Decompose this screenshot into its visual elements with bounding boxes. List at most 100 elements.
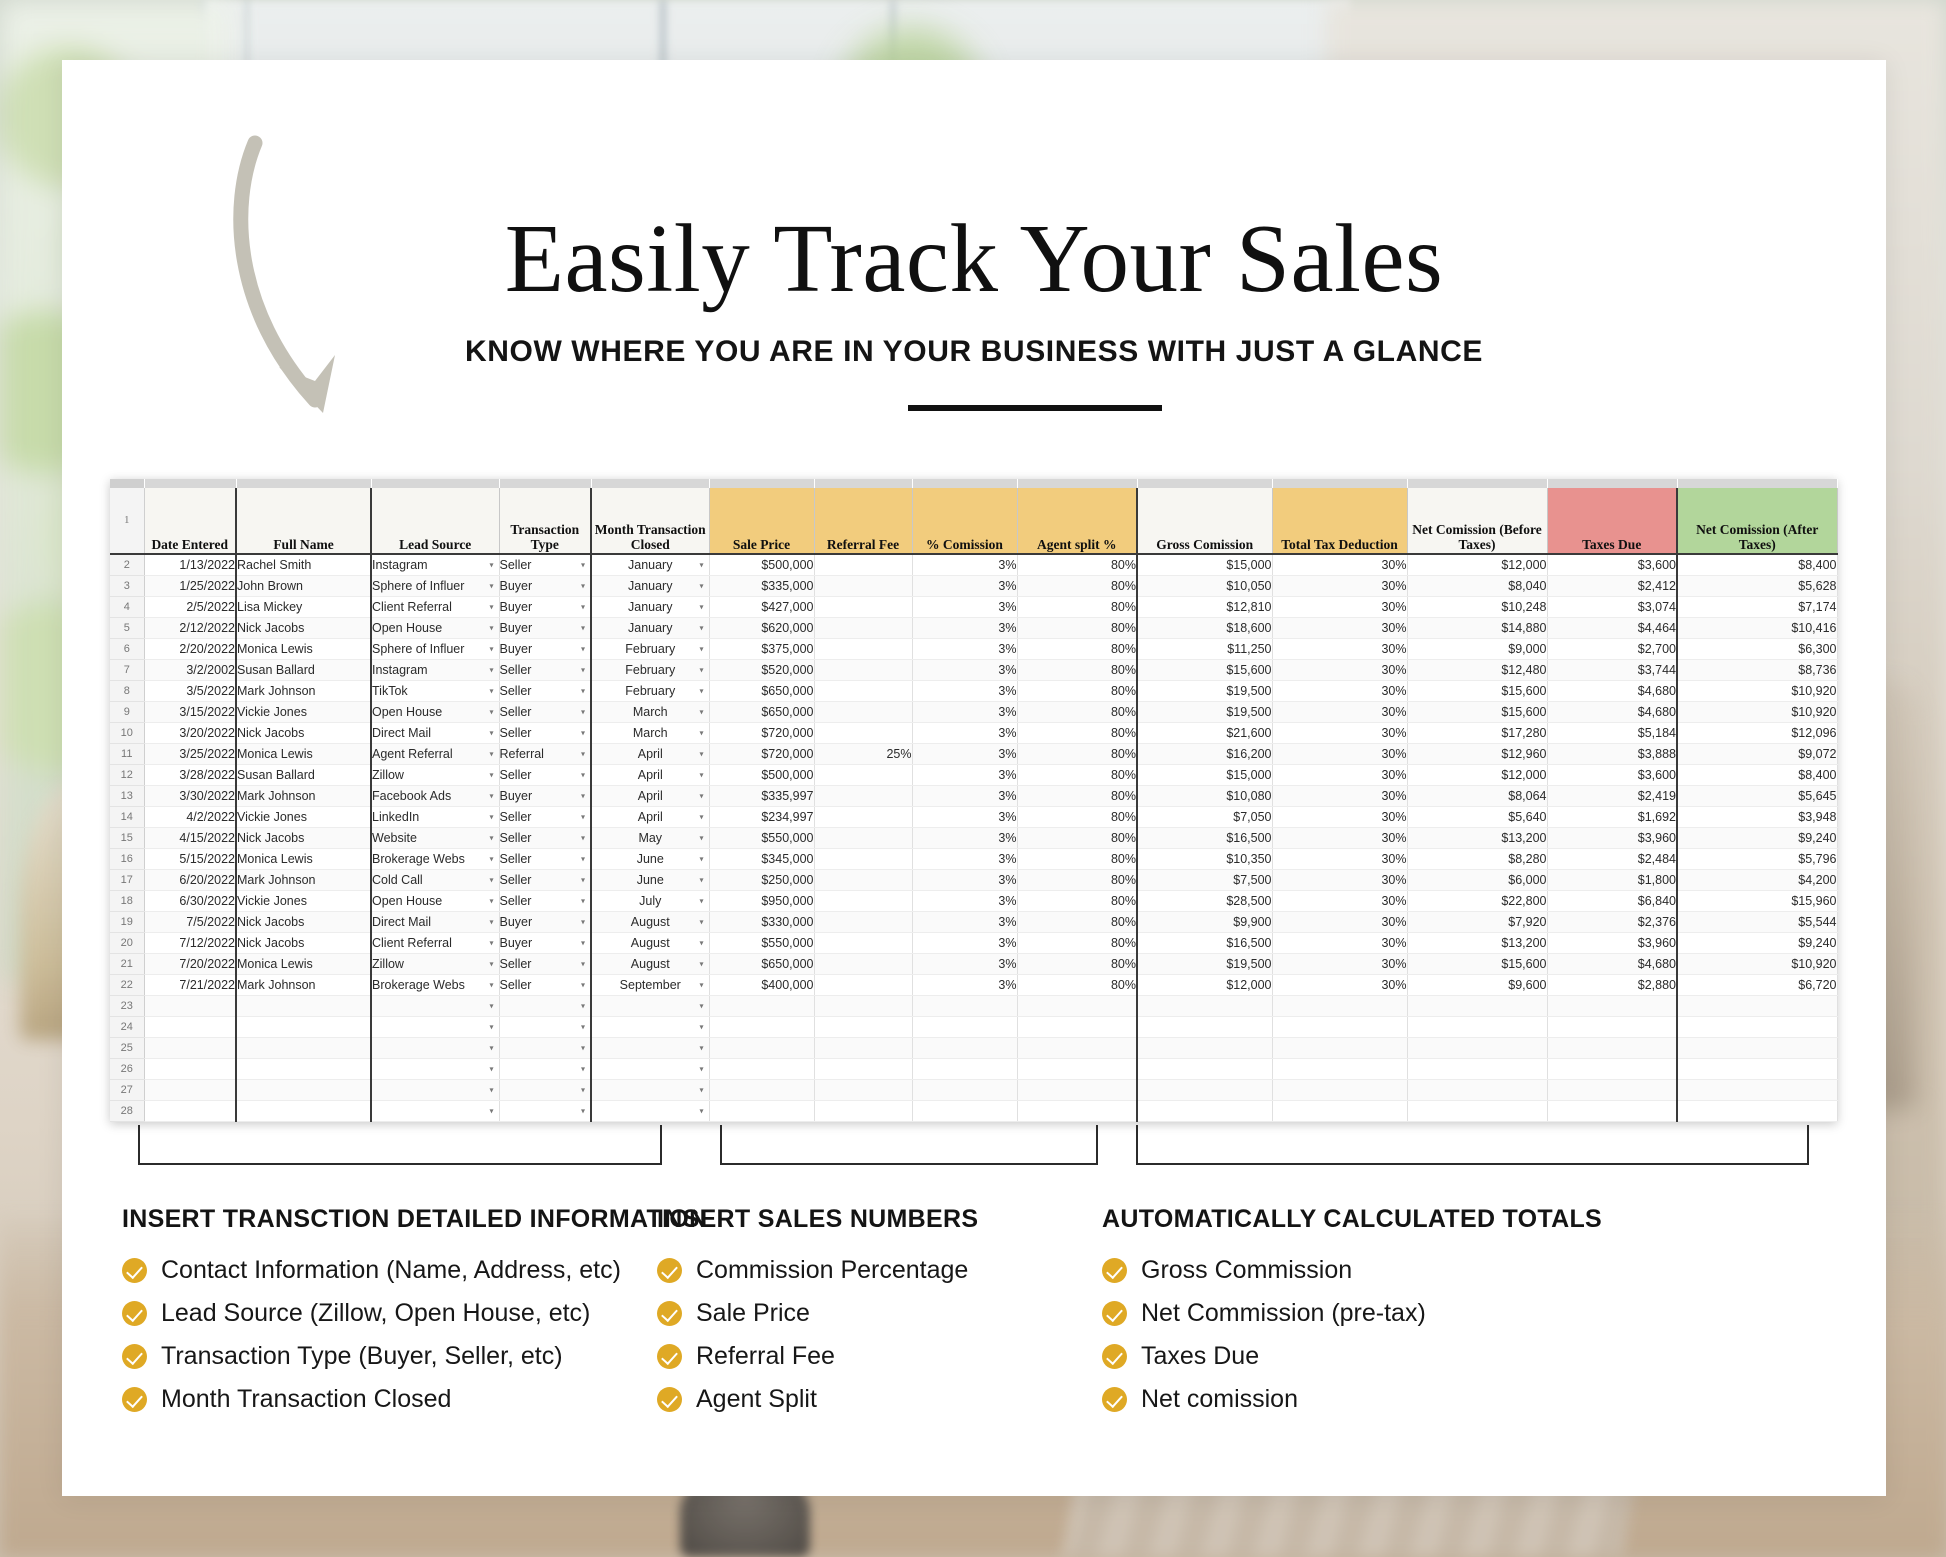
cell-date-entered[interactable] (144, 1058, 237, 1080)
dropdown-caret-icon[interactable]: ▾ (699, 602, 703, 611)
cell-month-closed[interactable]: September ▾ (590, 974, 710, 996)
cell-date-entered[interactable]: 7/12/2022 (144, 932, 237, 954)
cell-net-after-taxes[interactable]: $6,720 (1676, 974, 1838, 996)
cell-referral-fee[interactable] (814, 1100, 913, 1122)
dropdown-caret-icon[interactable]: ▾ (699, 728, 703, 737)
cell-net-before-taxes[interactable]: $14,880 (1407, 617, 1548, 639)
row-number[interactable]: 22 (110, 974, 145, 996)
cell-sale-price[interactable]: $500,000 (709, 554, 815, 576)
cell-agent-split[interactable]: 80% (1017, 827, 1138, 849)
cell-gross-comission[interactable]: $10,080 (1136, 785, 1273, 807)
cell-gross-comission[interactable]: $10,050 (1136, 575, 1273, 597)
cell-sale-price[interactable]: $620,000 (709, 617, 815, 639)
cell-date-entered[interactable] (144, 1079, 237, 1101)
dropdown-caret-icon[interactable]: ▾ (581, 917, 585, 926)
cell-gross-comission[interactable] (1136, 1058, 1273, 1080)
cell-referral-fee[interactable] (814, 827, 913, 849)
dropdown-caret-icon[interactable]: ▾ (699, 1043, 703, 1052)
cell-agent-split[interactable]: 80% (1017, 785, 1138, 807)
cell-date-entered[interactable]: 3/20/2022 (144, 722, 237, 744)
cell-gross-comission[interactable]: $12,000 (1136, 974, 1273, 996)
dropdown-caret-icon[interactable]: ▾ (489, 1085, 493, 1094)
cell-taxes-due[interactable]: $2,419 (1547, 785, 1678, 807)
cell-net-after-taxes[interactable]: $10,920 (1676, 953, 1838, 975)
table-row[interactable]: 4 2/5/2022 Lisa Mickey Client Referral ▾ Buye… (110, 596, 1838, 618)
cell-percent-comission[interactable]: 3% (912, 575, 1018, 597)
cell-agent-split[interactable]: 80% (1017, 932, 1138, 954)
cell-percent-comission[interactable]: 3% (912, 953, 1018, 975)
cell-date-entered[interactable]: 5/15/2022 (144, 848, 237, 870)
col-month-transaction-closed[interactable]: Month Transaction Closed (590, 488, 710, 555)
cell-lead-source[interactable]: Sphere of Influer ▾ (370, 575, 500, 597)
cell-full-name[interactable] (235, 1016, 372, 1038)
cell-gross-comission[interactable]: $9,900 (1136, 911, 1273, 933)
cell-transaction-type[interactable]: Referral ▾ (499, 743, 592, 765)
cell-full-name[interactable]: Rachel Smith (235, 554, 372, 576)
cell-net-before-taxes[interactable]: $13,200 (1407, 827, 1548, 849)
cell-lead-source[interactable]: Client Referral ▾ (370, 596, 500, 618)
cell-percent-comission[interactable]: 3% (912, 806, 1018, 828)
cell-taxes-due[interactable]: $3,600 (1547, 554, 1678, 576)
cell-lead-source[interactable]: Instagram ▾ (370, 554, 500, 576)
cell-date-entered[interactable]: 6/20/2022 (144, 869, 237, 891)
dropdown-caret-icon[interactable]: ▾ (699, 749, 703, 758)
cell-net-after-taxes[interactable]: $10,920 (1676, 701, 1838, 723)
cell-sale-price[interactable]: $650,000 (709, 701, 815, 723)
spreadsheet-grid[interactable]: 1 Date Entered Full Name Lead Source Tra… (110, 479, 1838, 1122)
cell-net-after-taxes[interactable]: $5,544 (1676, 911, 1838, 933)
cell-gross-comission[interactable]: $28,500 (1136, 890, 1273, 912)
cell-lead-source[interactable]: ▾ (370, 1079, 500, 1101)
cell-percent-comission[interactable] (912, 1037, 1018, 1059)
dropdown-caret-icon[interactable]: ▾ (581, 623, 585, 632)
dropdown-caret-icon[interactable]: ▾ (699, 833, 703, 842)
dropdown-caret-icon[interactable]: ▾ (699, 1106, 703, 1115)
cell-total-tax-deduction[interactable]: 30% (1272, 785, 1408, 807)
cell-lead-source[interactable]: Sphere of Influer ▾ (370, 638, 500, 660)
cell-referral-fee[interactable] (814, 953, 913, 975)
cell-full-name[interactable]: Nick Jacobs (235, 911, 372, 933)
cell-date-entered[interactable]: 2/20/2022 (144, 638, 237, 660)
table-row[interactable]: 21 7/20/2022 Monica Lewis Zillow ▾ Seller ▾ Aug… (110, 953, 1838, 975)
cell-taxes-due[interactable]: $4,680 (1547, 680, 1678, 702)
cell-month-closed[interactable]: January ▾ (590, 554, 710, 576)
cell-agent-split[interactable]: 80% (1017, 743, 1138, 765)
cell-agent-split[interactable]: 80% (1017, 974, 1138, 996)
cell-net-after-taxes[interactable]: $12,096 (1676, 722, 1838, 744)
cell-full-name[interactable]: Vickie Jones (235, 890, 372, 912)
table-row[interactable]: 23 ▾ ▾ ▾ (110, 995, 1838, 1017)
cell-sale-price[interactable]: $335,000 (709, 575, 815, 597)
table-row[interactable]: 8 3/5/2022 Mark Johnson TikTok ▾ Seller ▾ Febru… (110, 680, 1838, 702)
cell-month-closed[interactable]: May ▾ (590, 827, 710, 849)
cell-transaction-type[interactable]: Seller ▾ (499, 722, 592, 744)
cell-taxes-due[interactable]: $3,600 (1547, 764, 1678, 786)
cell-transaction-type[interactable]: Seller ▾ (499, 974, 592, 996)
cell-month-closed[interactable]: February ▾ (590, 659, 710, 681)
cell-sale-price[interactable] (709, 1100, 815, 1122)
cell-agent-split[interactable]: 80% (1017, 554, 1138, 576)
cell-net-after-taxes[interactable]: $9,240 (1676, 932, 1838, 954)
cell-agent-split[interactable]: 80% (1017, 659, 1138, 681)
cell-month-closed[interactable]: February ▾ (590, 638, 710, 660)
cell-total-tax-deduction[interactable]: 30% (1272, 596, 1408, 618)
row-number[interactable]: 28 (110, 1100, 145, 1122)
cell-net-after-taxes[interactable]: $9,240 (1676, 827, 1838, 849)
cell-agent-split[interactable]: 80% (1017, 890, 1138, 912)
cell-percent-comission[interactable]: 3% (912, 827, 1018, 849)
cell-transaction-type[interactable]: Seller ▾ (499, 554, 592, 576)
cell-transaction-type[interactable]: ▾ (499, 995, 592, 1017)
cell-referral-fee[interactable] (814, 638, 913, 660)
cell-full-name[interactable]: Nick Jacobs (235, 827, 372, 849)
spreadsheet[interactable]: 1 Date Entered Full Name Lead Source Tra… (110, 479, 1838, 1122)
cell-gross-comission[interactable]: $15,000 (1136, 764, 1273, 786)
cell-gross-comission[interactable]: $18,600 (1136, 617, 1273, 639)
cell-date-entered[interactable]: 7/21/2022 (144, 974, 237, 996)
cell-referral-fee[interactable] (814, 1079, 913, 1101)
col-percent-comission[interactable]: % Comission (912, 488, 1018, 555)
cell-month-closed[interactable]: August ▾ (590, 953, 710, 975)
cell-gross-comission[interactable] (1136, 1079, 1273, 1101)
cell-month-closed[interactable]: August ▾ (590, 932, 710, 954)
cell-lead-source[interactable]: LinkedIn ▾ (370, 806, 500, 828)
cell-net-before-taxes[interactable] (1407, 1079, 1548, 1101)
table-row[interactable]: 22 7/21/2022 Mark Johnson Brokerage Webs ▾ Se… (110, 974, 1838, 996)
cell-month-closed[interactable]: April ▾ (590, 785, 710, 807)
